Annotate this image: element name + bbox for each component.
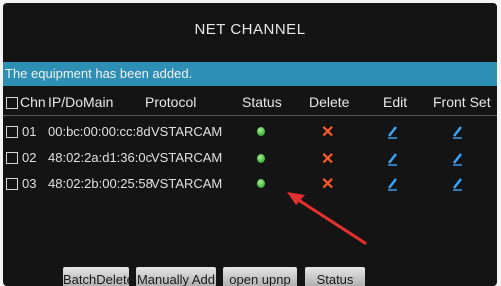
net-channel-screen: NET CHANNEL The equipment has been added…: [3, 3, 497, 286]
status-button[interactable]: Status: [305, 267, 365, 286]
manually-add-button[interactable]: Manually Add: [136, 267, 216, 286]
annotation-arrow-icon: [287, 192, 367, 245]
open-upnp-button[interactable]: open upnp: [223, 267, 297, 286]
batch-delete-button[interactable]: BatchDelete: [63, 267, 134, 286]
